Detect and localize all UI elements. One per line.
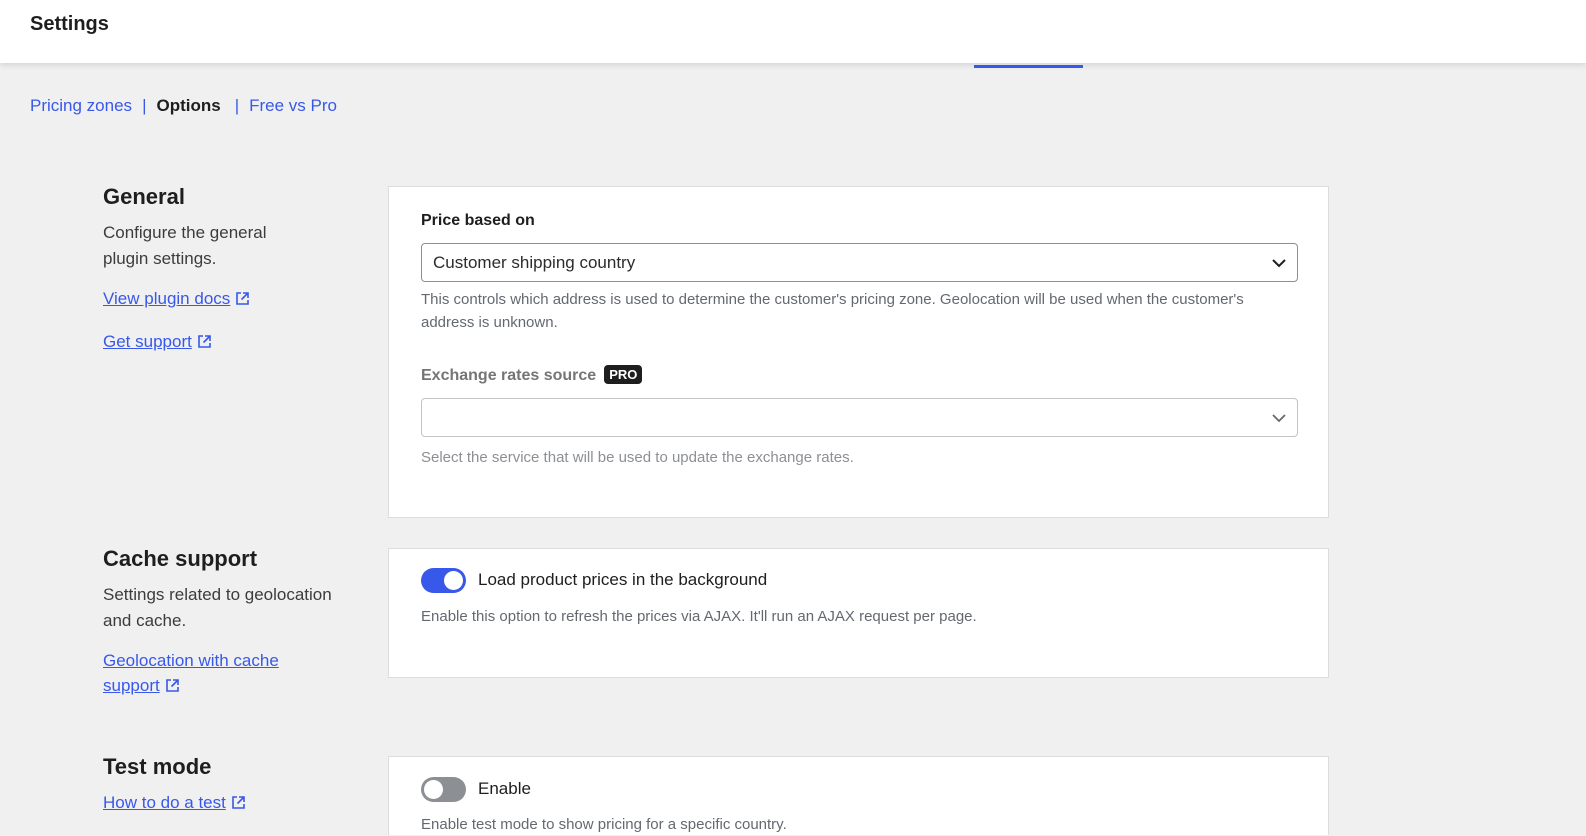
external-link-icon [165, 674, 179, 699]
get-support-link[interactable]: Get support [103, 329, 211, 355]
exchange-rates-source-label: Exchange rates source PRO [421, 365, 643, 385]
page-title: Settings [30, 13, 109, 35]
exchange-rates-source-text: Exchange rates source [421, 367, 597, 384]
test-mode-section-title: Test mode [103, 754, 212, 779]
test-mode-enable-toggle[interactable] [421, 777, 466, 802]
external-link-icon [198, 330, 211, 355]
external-link-icon [236, 287, 250, 312]
test-mode-section-info: Test mode How to do a test [103, 754, 353, 816]
geolocation-cache-link-line1: Geolocation with cache [103, 651, 279, 670]
geolocation-cache-link-line2: support [103, 676, 160, 695]
top-header: Settings [0, 0, 1586, 63]
pro-badge: PRO [604, 365, 643, 384]
cache-section-title: Cache support [103, 546, 258, 571]
cache-section-description: Settings related to geolocation and cach… [103, 585, 332, 630]
general-settings-card: Price based on Customer shipping country… [388, 186, 1329, 518]
active-tab-indicator [974, 65, 1083, 68]
general-section-title: General [103, 184, 185, 209]
price-based-on-value: Customer shipping country [433, 253, 636, 272]
view-plugin-docs-link[interactable]: View plugin docs [103, 286, 250, 312]
price-based-on-help: This controls which address is used to d… [421, 291, 1244, 331]
external-link-icon [232, 791, 245, 816]
get-support-label: Get support [103, 332, 192, 351]
subnav-separator: | [142, 96, 147, 115]
load-prices-background-help: Enable this option to refresh the prices… [421, 608, 977, 625]
how-to-do-a-test-link[interactable]: How to do a test [103, 790, 245, 816]
general-section-description: Configure the general plugin settings. [103, 223, 267, 268]
test-mode-help: Enable test mode to show pricing for a s… [421, 816, 787, 833]
load-prices-background-label: Load product prices in the background [478, 570, 768, 589]
chevron-down-icon [1271, 411, 1287, 430]
chevron-down-icon [1271, 256, 1287, 275]
view-plugin-docs-label: View plugin docs [103, 289, 231, 308]
cache-support-card: Load product prices in the background En… [388, 548, 1329, 678]
test-mode-enable-label: Enable [478, 779, 531, 798]
price-based-on-select[interactable]: Customer shipping country [421, 243, 1298, 282]
cache-section-info: Cache support Settings related to geoloc… [103, 546, 353, 699]
general-section-info: General Configure the general plugin set… [103, 184, 343, 355]
toggle-knob [424, 780, 443, 799]
exchange-rates-source-select[interactable] [421, 398, 1298, 437]
toggle-knob [444, 571, 463, 590]
subnav-item-pricing-zones[interactable]: Pricing zones [30, 96, 132, 116]
settings-subnav: Pricing zones | Options | Free vs Pro [30, 96, 337, 116]
price-based-on-label: Price based on [421, 212, 535, 229]
subnav-item-free-vs-pro[interactable]: Free vs Pro [249, 96, 337, 116]
geolocation-cache-support-link[interactable]: Geolocation with cache support [103, 648, 279, 699]
load-prices-background-toggle[interactable] [421, 568, 466, 593]
exchange-rates-source-help: Select the service that will be used to … [421, 449, 854, 466]
test-mode-card: Enable Enable test mode to show pricing … [388, 756, 1329, 835]
how-to-do-a-test-label: How to do a test [103, 793, 226, 812]
subnav-item-options[interactable]: Options [156, 96, 220, 116]
subnav-separator: | [234, 96, 240, 115]
